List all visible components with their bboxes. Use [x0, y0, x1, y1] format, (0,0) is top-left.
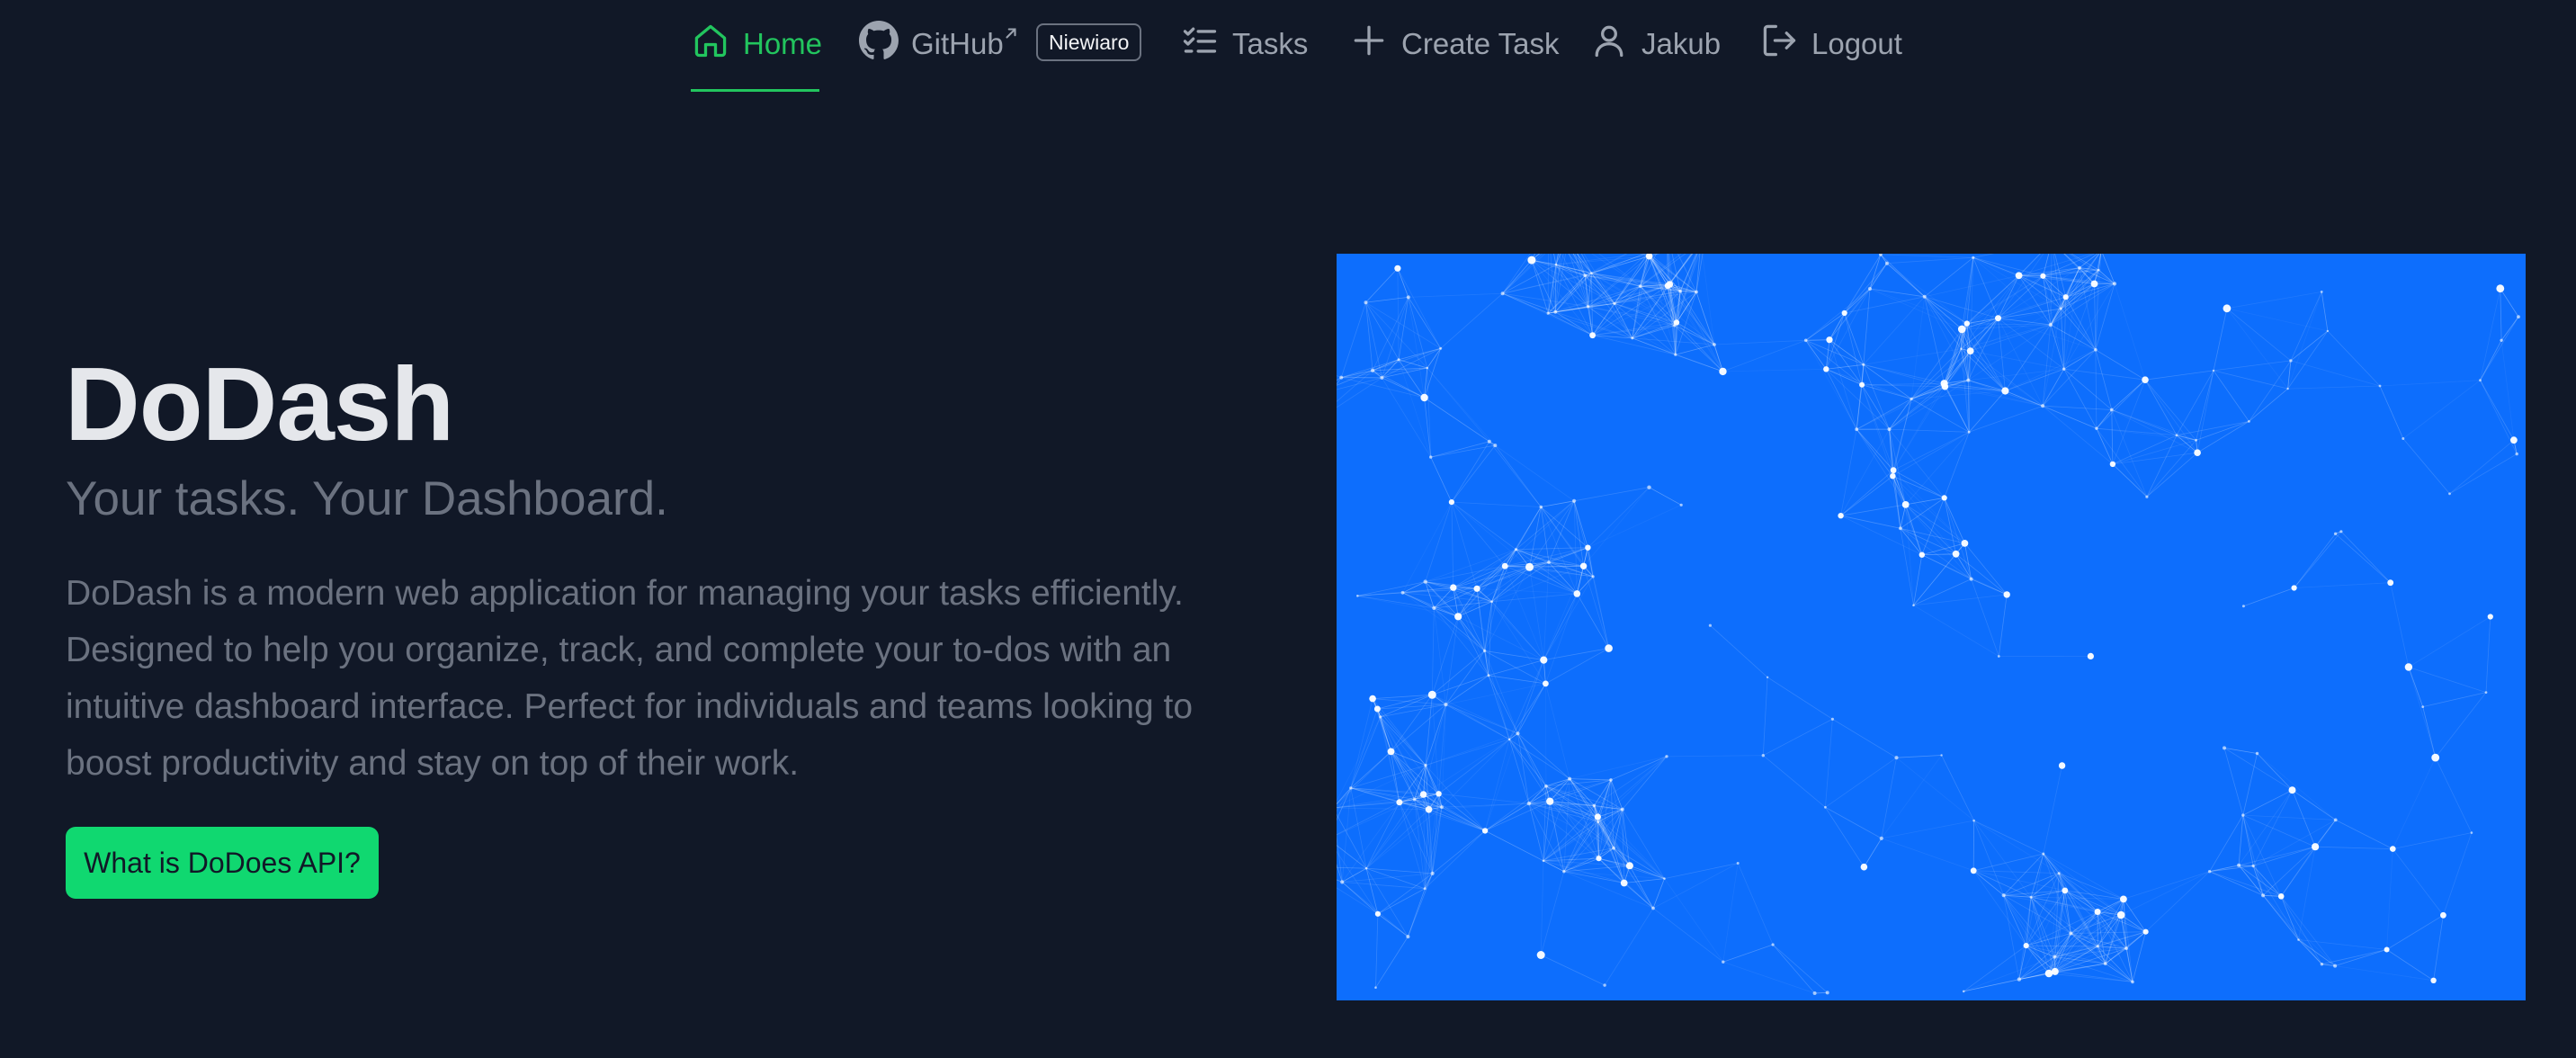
nav-create-task-label: Create Task — [1401, 27, 1560, 60]
nav-logout-label: Logout — [1811, 27, 1902, 60]
external-link-icon — [1003, 25, 1019, 41]
nav-user-label: Jakub — [1641, 27, 1722, 60]
network-illustration — [1337, 254, 2526, 1000]
top-navigation: Home GitHub Niewiaro Tasks Create Task J… — [0, 0, 2576, 94]
tasks-icon — [1180, 21, 1232, 67]
hero-subtitle: Your tasks. Your Dashboard. — [66, 472, 668, 525]
nav-home-label: Home — [743, 27, 823, 60]
nav-home[interactable]: Home — [691, 20, 822, 68]
api-info-button[interactable]: What is DoDoes API? — [66, 827, 379, 899]
active-tab-indicator — [691, 89, 819, 92]
nav-github[interactable]: GitHub — [859, 20, 1004, 68]
logout-icon — [1759, 21, 1811, 67]
hero-description: DoDash is a modern web application for m… — [66, 574, 1194, 783]
page-title: DoDash — [65, 345, 454, 462]
nav-create-task[interactable]: Create Task — [1349, 20, 1559, 68]
plus-icon — [1349, 21, 1401, 67]
nav-tasks[interactable]: Tasks — [1180, 20, 1308, 68]
network-plexus-graphic — [1337, 254, 2520, 995]
user-icon — [1589, 21, 1641, 67]
nav-github-label: GitHub — [911, 27, 1004, 60]
nav-logout[interactable]: Logout — [1759, 20, 1902, 68]
github-username-badge: Niewiaro — [1036, 23, 1142, 61]
home-icon — [691, 21, 743, 67]
github-icon — [859, 21, 911, 67]
nav-user[interactable]: Jakub — [1589, 20, 1721, 68]
nav-tasks-label: Tasks — [1232, 27, 1309, 60]
